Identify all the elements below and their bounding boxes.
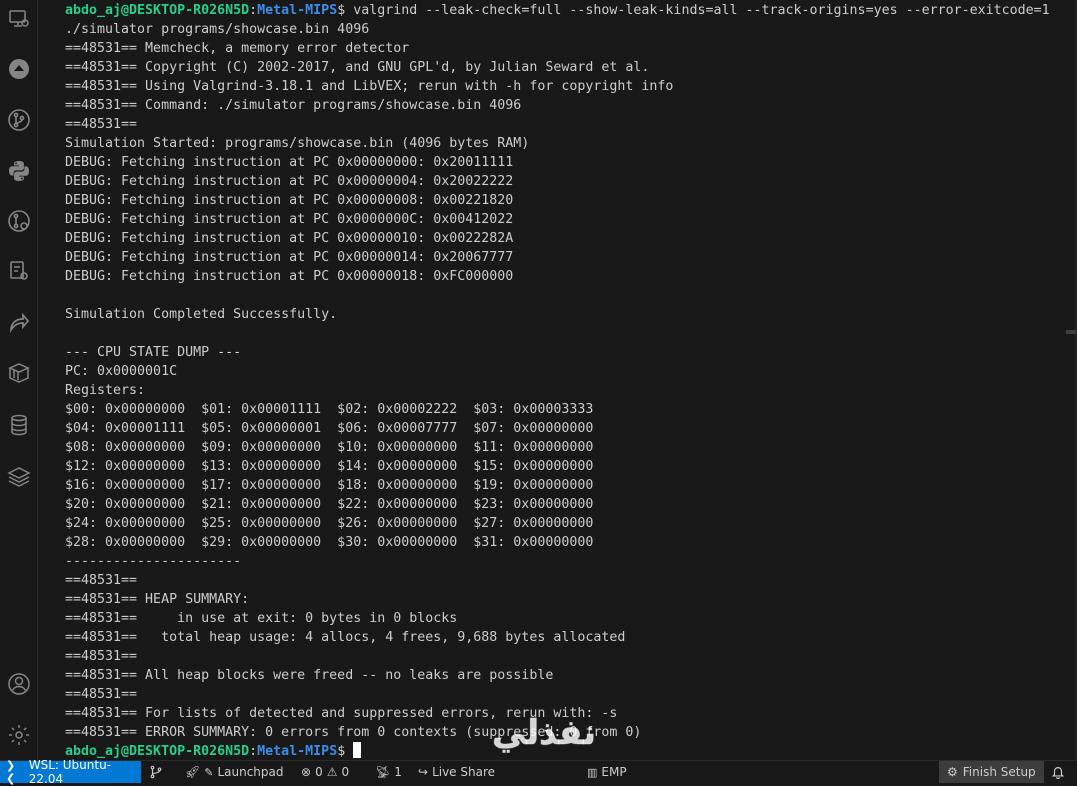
remote-explorer-icon[interactable] [6, 6, 32, 32]
terminal-line: ==48531== ERROR SUMMARY: 0 errors from 0… [65, 725, 642, 740]
command-text: valgrind --leak-check=full --show-leak-k… [353, 3, 1050, 18]
terminal-line: ==48531== HEAP SUMMARY: [65, 592, 250, 607]
terminal-command-line: abdo_aj@DESKTOP-R026N5D:Metal-MIPS$ valg… [65, 3, 1050, 18]
terminal-line: Registers: [65, 383, 146, 398]
terminal-line: ==48531== Copyright (C) 2002-2017, and G… [65, 60, 650, 75]
error-icon: ⊗ [301, 765, 312, 779]
terminal-line: DEBUG: Fetching instruction at PC 0x0000… [65, 193, 514, 208]
live-share-label: Live Share [432, 765, 496, 779]
containers-icon[interactable] [6, 360, 32, 386]
status-bar: ❯❮ WSL: Ubuntu-22.04 🚀︎ ✎ Launchpad ⊗ 0 … [0, 758, 1077, 786]
live-share-status-icon: ↪ [418, 765, 429, 779]
terminal-line: $16: 0x00000000 $17: 0x00000000 $18: 0x0… [65, 478, 594, 493]
source-control-icon[interactable] [6, 107, 32, 133]
error-count: 0 [315, 765, 323, 779]
terminal-line: ./simulator programs/showcase.bin 4096 [65, 22, 370, 37]
live-share-item[interactable]: ↪ Live Share [418, 761, 495, 783]
terminal-line: ==48531== [65, 117, 138, 132]
python-icon[interactable] [6, 158, 32, 184]
terminal-line: $12: 0x00000000 $13: 0x00000000 $14: 0x0… [65, 459, 594, 474]
terminal-line: DEBUG: Fetching instruction at PC 0x0000… [65, 250, 514, 265]
terminal-line: DEBUG: Fetching instruction at PC 0x0000… [65, 212, 514, 227]
launchpad-label: Launchpad [217, 765, 284, 779]
broadcast-icon: 📡︎ [375, 765, 391, 779]
terminal-line: ==48531== [65, 687, 138, 702]
settings-gear-icon[interactable] [6, 722, 32, 748]
terminal-line: ==48531== For lists of detected and supp… [65, 706, 618, 721]
live-share-icon[interactable] [6, 309, 32, 335]
prompt-user: abdo_aj@DESKTOP-R026N5D [65, 3, 250, 18]
ports-count: 1 [394, 765, 402, 779]
finish-setup-label: Finish Setup [962, 765, 1036, 779]
terminal-line: ==48531== [65, 649, 138, 664]
prompt-suffix: $ [337, 3, 354, 18]
plug-icon: ✎ [204, 765, 214, 779]
launchpad-item[interactable]: 🚀︎ ✎ Launchpad [185, 761, 284, 783]
extensions-remote-icon[interactable] [6, 258, 32, 284]
warning-count: 0 [341, 765, 350, 779]
terminal-line: ==48531== Memcheck, a memory error detec… [65, 41, 410, 56]
terminal-line: ==48531== All heap blocks were freed -- … [65, 668, 554, 683]
terminal-line: $04: 0x00001111 $05: 0x00000001 $06: 0x0… [65, 421, 594, 436]
prompt-path: Metal-MIPS [257, 744, 338, 759]
emp-item[interactable]: ▥ EMP [587, 761, 627, 783]
terminal-line: Simulation Completed Successfully. [65, 307, 338, 322]
terminal-line: ==48531== Using Valgrind-3.18.1 and LibV… [65, 79, 674, 94]
terminal-line: $20: 0x00000000 $21: 0x00000000 $22: 0x0… [65, 497, 594, 512]
setup-gear-icon: ⚙︎ [947, 765, 958, 779]
terminal-line: --- CPU STATE DUMP --- [65, 345, 242, 360]
terminal-line: DEBUG: Fetching instruction at PC 0x0000… [65, 269, 514, 284]
terminal-line: $24: 0x00000000 $25: 0x00000000 $26: 0x0… [65, 516, 594, 531]
rocket-icon: 🚀︎ [185, 765, 201, 779]
terminal-line: DEBUG: Fetching instruction at PC 0x0000… [65, 174, 514, 189]
notifications-bell-icon[interactable] [1051, 761, 1065, 783]
finish-setup-button[interactable]: ⚙︎ Finish Setup [939, 761, 1044, 783]
prompt-suffix: $ [337, 744, 354, 759]
ports-item[interactable]: 📡︎ 1 [375, 761, 402, 783]
testing-icon[interactable] [6, 56, 32, 82]
account-icon[interactable] [6, 671, 32, 697]
problems-item[interactable]: ⊗ 0 ⚠︎ 0 [301, 761, 349, 783]
activity-bar [0, 0, 38, 760]
prompt-path: Metal-MIPS [257, 3, 338, 18]
source-branch-icon [150, 765, 162, 779]
remote-icon: ❯❮ [6, 759, 16, 785]
warning-icon: ⚠︎ [326, 765, 338, 779]
docker-icon[interactable] [6, 208, 32, 234]
terminal-line: DEBUG: Fetching instruction at PC 0x0000… [65, 155, 514, 170]
terminal-line: ---------------------- [65, 554, 242, 569]
terminal-line: ==48531== in use at exit: 0 bytes in 0 b… [65, 611, 458, 626]
terminal-line: $08: 0x00000000 $09: 0x00000000 $10: 0x0… [65, 440, 594, 455]
terminal-line: ==48531== total heap usage: 4 allocs, 4 … [65, 630, 626, 645]
scrollbar-marker [1066, 330, 1076, 334]
terminal-line: ==48531== Command: ./simulator programs/… [65, 98, 522, 113]
terminal-output: abdo_aj@DESKTOP-R026N5D:Metal-MIPS$ valg… [65, 1, 1050, 760]
terminal-line: $00: 0x00000000 $01: 0x00001111 $02: 0x0… [65, 402, 594, 417]
branch-icon-item[interactable] [149, 761, 163, 783]
prompt-user: abdo_aj@DESKTOP-R026N5D [65, 744, 250, 759]
emp-icon: ▥ [587, 765, 598, 779]
terminal-panel[interactable]: abdo_aj@DESKTOP-R026N5D:Metal-MIPS$ valg… [44, 0, 1064, 760]
terminal-line: Simulation Started: programs/showcase.bi… [65, 136, 530, 151]
terminal-line: PC: 0x0000001C [65, 364, 178, 379]
terminal-prompt-line[interactable]: abdo_aj@DESKTOP-R026N5D:Metal-MIPS$ [65, 742, 1050, 760]
remote-indicator[interactable]: ❯❮ WSL: Ubuntu-22.04 [0, 758, 141, 786]
terminal-line: $28: 0x00000000 $29: 0x00000000 $30: 0x0… [65, 535, 594, 550]
terminal-cursor [353, 742, 362, 758]
terminal-line: ==48531== [65, 573, 138, 588]
emp-label: EMP [601, 765, 627, 779]
layers-icon[interactable] [6, 464, 32, 490]
terminal-line: DEBUG: Fetching instruction at PC 0x0000… [65, 231, 514, 246]
database-icon[interactable] [6, 412, 32, 438]
